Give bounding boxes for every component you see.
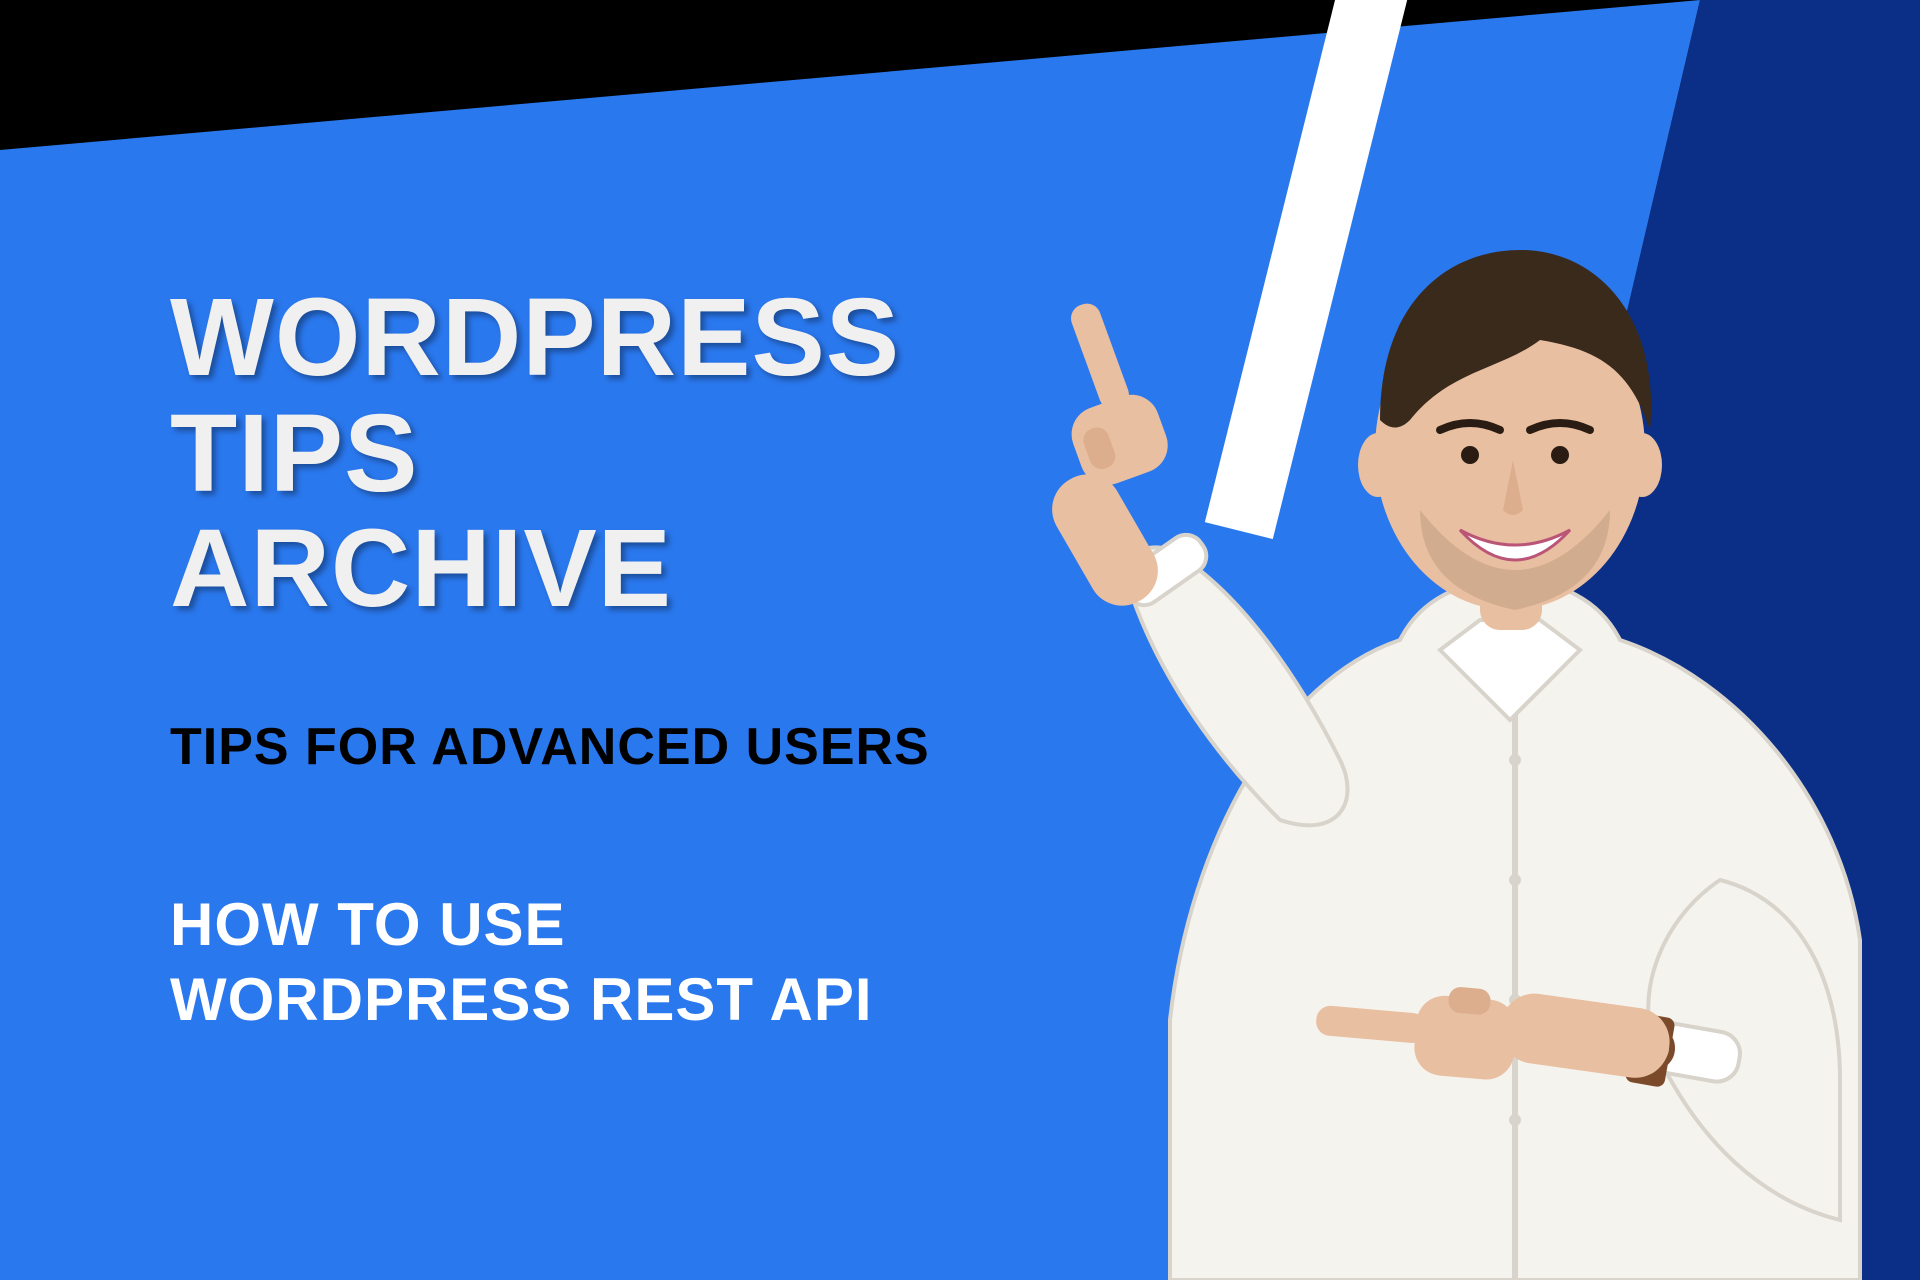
text-block: WORDPRESS TIPS ARCHIVE TIPS FOR ADVANCED… <box>170 280 1170 1037</box>
title-line-1: WORDPRESS TIPS <box>170 276 900 515</box>
title-line-2: ARCHIVE <box>170 507 672 630</box>
topic-line-2: WORDPRESS REST API <box>170 966 873 1033</box>
subtitle: TIPS FOR ADVANCED USERS <box>170 717 1170 777</box>
topic-line-1: HOW TO USE <box>170 891 566 958</box>
topic-title: HOW TO USE WORDPRESS REST API <box>170 887 1170 1037</box>
banner-stage: WORDPRESS TIPS ARCHIVE TIPS FOR ADVANCED… <box>0 0 1920 1280</box>
main-title: WORDPRESS TIPS ARCHIVE <box>170 280 1170 627</box>
